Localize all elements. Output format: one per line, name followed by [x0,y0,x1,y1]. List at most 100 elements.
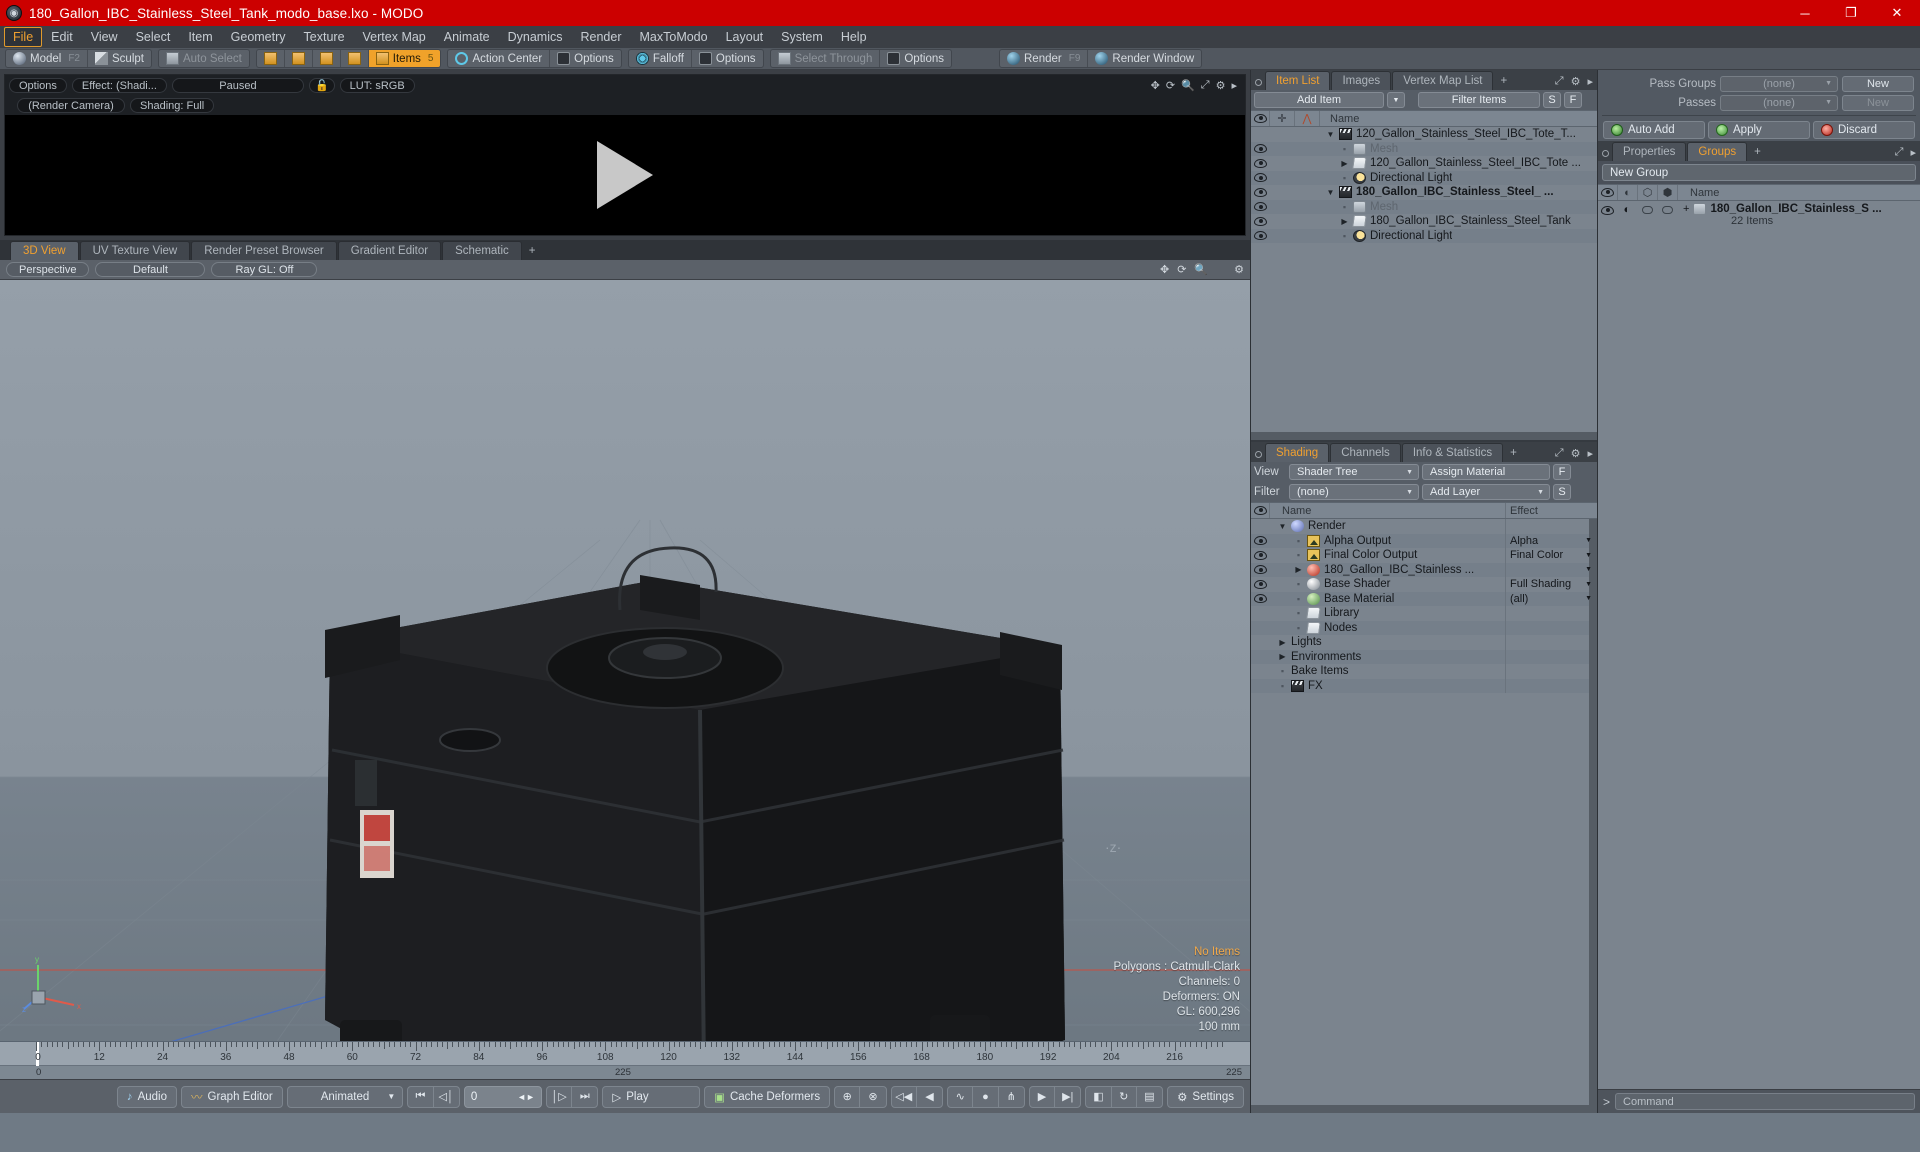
action-center-options-button[interactable]: Options [550,50,621,67]
new-group-button[interactable]: New Group [1602,164,1916,181]
previous-frame-button[interactable]: ◁│ [434,1087,459,1107]
tab-render-preset-browser[interactable]: Render Preset Browser [191,241,337,260]
chevron-down-icon[interactable]: ▼ [1326,130,1335,139]
ray-gl-toggle[interactable]: Ray GL: Off [211,262,318,277]
current-frame-input[interactable]: 0 ◄► [463,1085,542,1108]
row-visibility-toggle[interactable] [1251,187,1270,197]
timeline-ruler[interactable]: 12 24 36 48 60 72 84 96 108 120 132 144 156 168 180 192… [0,1042,1250,1066]
command-input[interactable]: Command [1615,1093,1915,1110]
group-row-wire-toggle[interactable] [1637,203,1657,217]
panel-menu-dot-icon-shading[interactable] [1255,451,1262,458]
channel-b-icon[interactable]: ↻ [1112,1086,1137,1107]
shading-row[interactable]: ▶ Environments [1251,649,1597,664]
viewport-gear-icon[interactable]: ⚙ [1234,263,1244,276]
menu-item-animate[interactable]: Animate [435,27,499,47]
item-list-f-button[interactable]: F [1564,92,1582,108]
group-row-visibility-toggle[interactable] [1598,203,1617,217]
new-pass-button[interactable]: New [1842,94,1914,111]
menu-item-geometry[interactable]: Geometry [222,27,295,47]
action-center-button[interactable]: Action Center [448,50,551,67]
key-position-icon[interactable]: ⊕ [835,1086,861,1107]
menu-item-item[interactable]: Item [179,27,221,47]
play-button[interactable]: ▷ Play [602,1085,701,1108]
animation-mode-dropdown[interactable]: Animated ▼ [286,1085,404,1108]
rotate-icon[interactable]: ⟳ [1166,79,1175,92]
tab-uv-texture-view[interactable]: UV Texture View [79,241,191,260]
filter-items-input[interactable]: Filter Items [1418,92,1540,108]
shading-row[interactable]: ▪ Final Color Output Final Color ▼ [1251,548,1597,563]
next-key-icon[interactable]: ▶ [1030,1086,1056,1107]
chevron-right-icon[interactable]: ▶ [1294,565,1303,574]
material-mode-button[interactable] [341,50,369,67]
item-list-row[interactable]: ▪ Mesh [1251,199,1597,214]
lut-dropdown[interactable]: LUT: sRGB [339,77,415,93]
item-list-row[interactable]: ▼ 180_Gallon_IBC_Stainless_Steel_ ... [1251,185,1597,200]
tab-images[interactable]: Images [1331,71,1392,90]
expand-icon[interactable]: ⤢ [1555,75,1564,88]
viewport-style-dropdown[interactable]: Default [95,262,206,277]
lock-icon[interactable]: 🔓 [308,77,335,93]
expand-icon-groups[interactable]: ⤢ [1895,146,1904,159]
minimize-button[interactable]: ─ [1782,0,1828,26]
auto-add-button[interactable]: Auto Add [1603,121,1705,139]
item-list-row[interactable]: ▪ Directional Light [1251,228,1597,243]
shading-row-effect-dropdown[interactable]: Final Color ▼ [1505,548,1597,563]
menu-item-vertex-map[interactable]: Vertex Map [354,27,435,47]
render-window-button[interactable]: Render Window [1088,50,1201,67]
shading-row[interactable]: ▼ Render [1251,519,1597,534]
row-visibility-toggle[interactable] [1251,158,1270,168]
viewport-projection-dropdown[interactable]: Perspective [6,262,90,277]
shading-row-effect-dropdown[interactable]: ▼ [1505,562,1597,577]
chevron-right-icon[interactable]: ▶ [1340,217,1349,226]
select-through-options-button[interactable]: Options [880,50,951,67]
falloff-button[interactable]: Falloff [629,50,692,67]
chevron-right-icon[interactable]: ▶ [1278,638,1287,647]
group-expander-icon[interactable]: + [1683,203,1689,215]
shading-row[interactable]: ▶ Lights [1251,635,1597,650]
falloff-options-button[interactable]: Options [692,50,763,67]
menu-item-file[interactable]: File [4,27,43,47]
item-list-row[interactable]: ▶ 120_Gallon_Stainless_Steel_IBC_Tote ... [1251,156,1597,171]
chevron-right-icon[interactable]: ▸ [1231,79,1237,92]
polygon-mode-button[interactable] [313,50,341,67]
shading-row[interactable]: ▶ 180_Gallon_IBC_Stainless ... ▼ [1251,562,1597,577]
vertex-mode-button[interactable] [257,50,285,67]
go-to-end-button[interactable]: ⏭ [572,1087,597,1107]
menu-item-render[interactable]: Render [572,27,631,47]
shading-row[interactable]: ▪ Base Material (all) ▼ [1251,591,1597,606]
gear-icon-shading[interactable]: ⚙ [1571,447,1581,460]
shading-row-effect-dropdown[interactable]: Full Shading ▼ [1505,577,1597,592]
render-effect-dropdown[interactable]: Effect: (Shadi... [71,77,167,93]
key-marker-icon[interactable]: ● [973,1086,999,1107]
move-icon[interactable]: ✥ [1151,79,1160,92]
chevron-right-icon[interactable]: ▶ [1340,159,1349,168]
channel-c-icon[interactable]: ▤ [1137,1087,1162,1107]
shading-filter-dropdown[interactable]: (none) ▼ [1289,484,1419,500]
gear-icon-item-list[interactable]: ⚙ [1571,75,1581,88]
add-groups-tab-button[interactable]: + [1748,143,1767,161]
select-through-button[interactable]: Select Through [771,50,881,67]
menu-item-select[interactable]: Select [127,27,180,47]
item-list-tree[interactable]: ▼ 120_Gallon_Stainless_Steel_IBC_Tote_T..… [1251,127,1597,432]
key-rotation-icon[interactable]: ⊗ [860,1087,885,1107]
tab-3d-view[interactable]: 3D View [10,241,79,260]
expand-icon-shading[interactable]: ⤢ [1555,447,1564,460]
row-visibility-toggle[interactable] [1251,216,1270,226]
add-key-icon[interactable]: ∿ [948,1086,974,1107]
shading-row[interactable]: ▪ Base Shader Full Shading ▼ [1251,577,1597,592]
fit-icon[interactable]: ⤢ [1201,79,1210,92]
row-visibility-toggle[interactable] [1251,202,1270,212]
auto-select-button[interactable]: Auto Select [159,50,249,67]
item-list-row[interactable]: ▶ 180_Gallon_IBC_Stainless_Steel_Tank [1251,214,1597,229]
last-key-icon[interactable]: ▶| [1055,1087,1080,1107]
menu-item-help[interactable]: Help [832,27,876,47]
shader-tree-dropdown[interactable]: Shader Tree ▼ [1289,464,1419,480]
add-shading-tab-button[interactable]: + [1504,444,1523,462]
item-list-s-button[interactable]: S [1543,92,1561,108]
menu-item-view[interactable]: View [82,27,127,47]
shading-s-button[interactable]: S [1553,484,1571,500]
tab-gradient-editor[interactable]: Gradient Editor [337,241,442,260]
go-to-start-button[interactable]: ⏮ [408,1086,434,1107]
shading-row-visibility-toggle[interactable] [1251,565,1270,575]
groups-table-row[interactable]: ◐ + 180_Gallon_IBC_Stainless_S ... 22 It… [1598,201,1920,231]
